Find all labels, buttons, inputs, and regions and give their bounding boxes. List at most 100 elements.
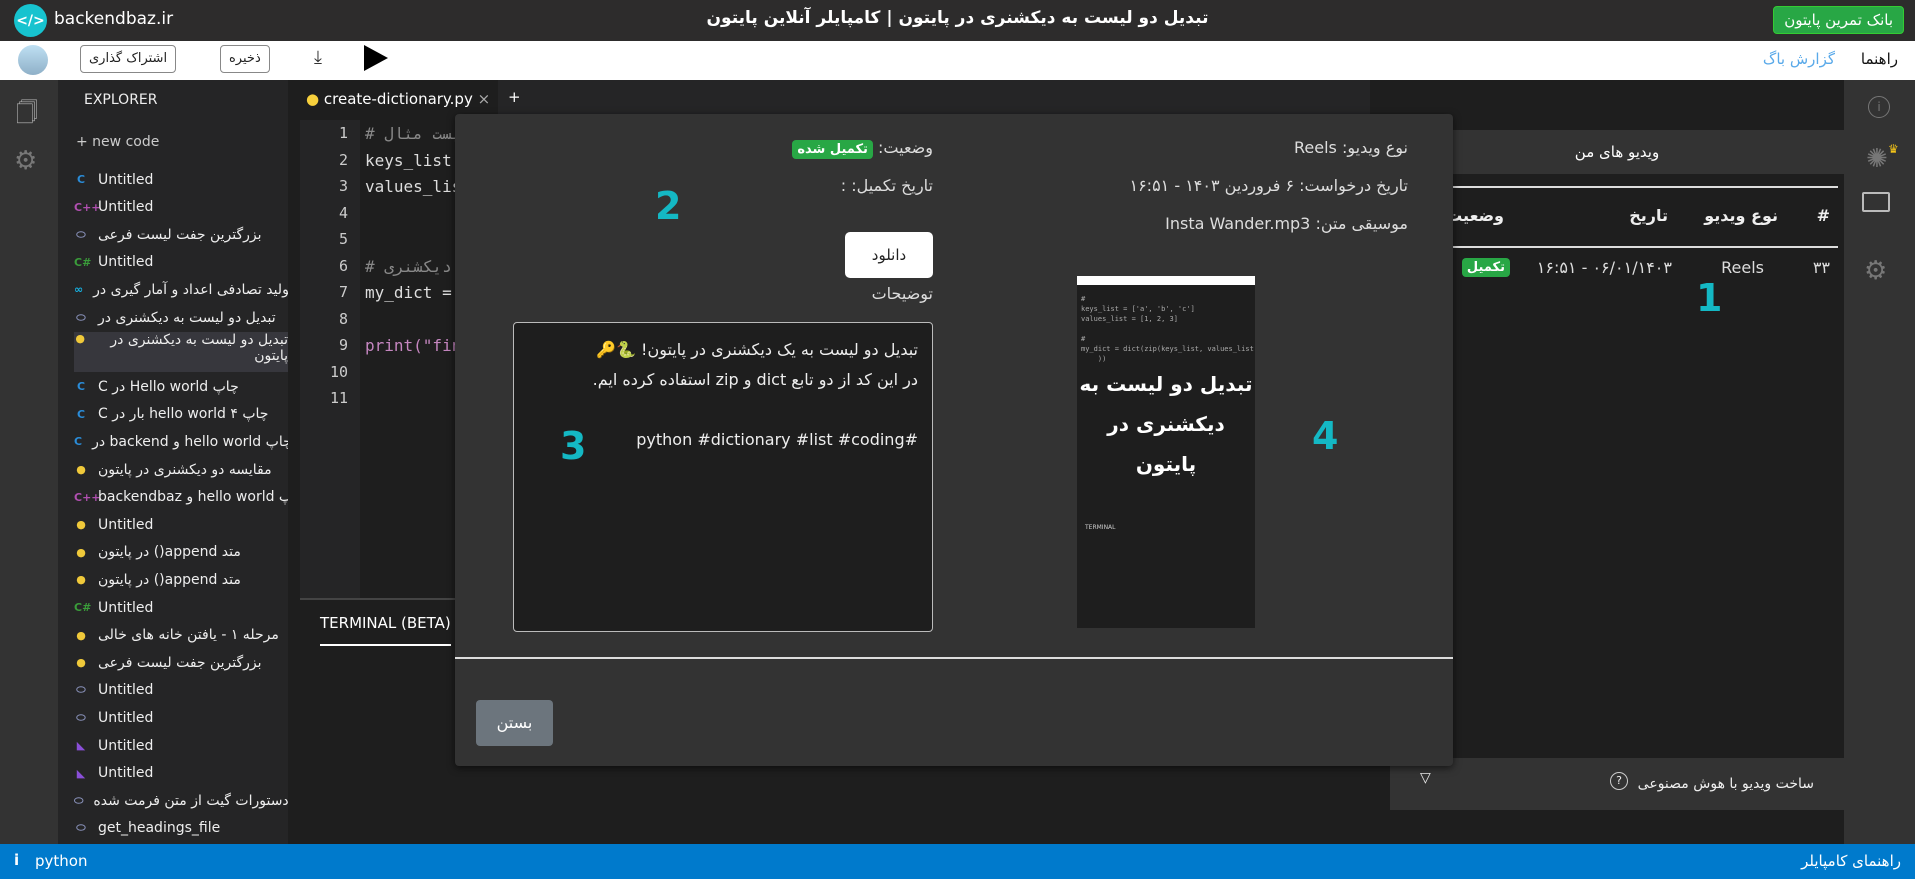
download-button[interactable]: دانلود [845, 232, 933, 278]
explorer-item-label: بزرگترین جفت لیست فرعی [98, 226, 262, 243]
video-thumbnail[interactable]: # keys_list = ['a', 'b', 'c'] values_lis… [1077, 266, 1255, 628]
cpp-file-icon: C++ [74, 490, 101, 504]
line-number: 5 [338, 230, 348, 248]
run-icon[interactable] [364, 45, 388, 71]
line-number: 9 [338, 336, 348, 354]
my-videos-panel: ویدیو های من # نوع ویدیو تاریخ وضعیت ۳۳ … [1390, 118, 1844, 844]
language-indicator[interactable]: python [35, 852, 87, 870]
explorer-item[interactable]: ● تبدیل دو لیست به دیکشنری در پایتون [74, 331, 288, 372]
save-button[interactable]: ذخیره [220, 45, 270, 73]
explorer-item[interactable]: ⬭ دستورات گیت از متن فرمت شده [74, 787, 288, 814]
status-label: وضعیت: [878, 138, 933, 157]
line-number: 1 [338, 124, 348, 142]
explorer-item[interactable]: ● متد append() در پایتون [74, 539, 288, 566]
explorer-item[interactable]: ⬭ تبدیل دو لیست به دیکشنری در [74, 304, 288, 331]
info-icon[interactable]: i [1868, 96, 1890, 118]
explorer-item[interactable]: C++چاپ hello world و backendbaz [74, 484, 288, 511]
row-date: ۱۶:۵۱ - ۰۶/۰۱/۱۴۰۳ [1536, 258, 1672, 277]
new-code-button[interactable]: + new code [76, 134, 159, 150]
c-file-icon: C [74, 435, 83, 449]
explorer-item[interactable]: ⬭ بزرگترین جفت لیست فرعی [74, 221, 288, 248]
close-button[interactable]: بستن [476, 700, 553, 746]
thumb-titlebar [1077, 266, 1255, 276]
explorer-item-label: مرحله ۱ - یافتن خانه های خالی [98, 627, 279, 644]
c-file-icon: C [76, 380, 86, 394]
explorer-item[interactable]: ∞ تولید تصادفی اعداد و آمار گیری در [74, 276, 288, 303]
explorer-item[interactable]: C++ Untitled [74, 194, 288, 221]
explorer-item[interactable]: ⬭ Untitled [74, 677, 288, 704]
other-file-icon: ⬭ [74, 793, 84, 807]
explorer-item-label: بزرگترین جفت لیست فرعی [98, 654, 262, 671]
python-file-icon: ● [76, 545, 86, 559]
chevron-down-icon[interactable]: ▽ [1420, 770, 1431, 786]
explorer-item-label: چاپ Hello world در C [98, 378, 239, 395]
code-line: print("fin [365, 336, 462, 355]
video-type: نوع ویدیو: Reels [1294, 138, 1408, 157]
video-details-modal: نوع ویدیو: Reels تاریخ درخواست: ۶ فروردی… [455, 114, 1453, 766]
explorer-item[interactable]: ● مقایسه دو دیکشنری در پایتون [74, 456, 288, 483]
explorer-item[interactable]: ● متد append() در پایتون [74, 566, 288, 593]
help-icon[interactable]: ? [1610, 772, 1628, 790]
explorer-item[interactable]: C چاپ hello world ۴ بار در C [74, 401, 288, 428]
explorer-item-label: Untitled [98, 199, 154, 216]
explorer-item-label: تبدیل دو لیست به دیکشنری در [98, 309, 276, 326]
explorer-item[interactable]: C چاپ Hello world در C [74, 373, 288, 400]
other-file-icon: ⬭ [76, 710, 86, 724]
thumb-code: # keys_list = ['a', 'b', 'c'] values_lis… [1081, 295, 1254, 363]
explorer-item[interactable]: ◣ Untitled [74, 760, 288, 787]
tab-create-dictionary[interactable]: ● create-dictionary.py × [298, 80, 499, 118]
python-file-icon: ● [75, 331, 86, 345]
ai-video-section[interactable]: ساخت ویدیو با هوش مصنوعی ? ▽ [1390, 758, 1844, 810]
gear-icon[interactable]: ⚙ [14, 146, 37, 176]
explorer-item-label: Untitled [98, 599, 154, 616]
description-label: توضیحات [871, 284, 933, 303]
gear-icon[interactable]: ⚙ [1864, 256, 1887, 286]
editor-tabs: ● create-dictionary.py × + [298, 80, 1370, 118]
compiler-guide-link[interactable]: راهنمای کامپایلر [1801, 852, 1901, 870]
music: موسیقی متن: Insta Wander.mp3 [1165, 214, 1408, 233]
thumb-terminal: TERMINAL [1085, 524, 1116, 531]
kotlin-file-icon: ◣ [76, 766, 86, 780]
completion-date: تاریخ تکمیل: : [840, 176, 933, 195]
python-icon: ● [306, 90, 320, 108]
column-date: تاریخ [1629, 206, 1668, 225]
csharp-file-icon: C# [74, 255, 92, 269]
files-icon[interactable]: 🗍 [16, 96, 38, 134]
videos-table-header: # نوع ویدیو تاریخ وضعیت [1390, 186, 1838, 248]
modal-divider [455, 657, 1453, 659]
line-number: 2 [338, 150, 348, 169]
code-line: keys_list [365, 150, 452, 170]
explorer-item[interactable]: ⬭ get_headings_file [74, 815, 288, 842]
explorer-item[interactable]: ● بزرگترین جفت لیست فرعی [74, 649, 288, 676]
explorer-item[interactable]: C# Untitled [74, 249, 288, 276]
ai-icon[interactable]: ✺ [1866, 144, 1888, 174]
explorer-item[interactable]: ● مرحله ۱ - یافتن خانه های خالی [74, 622, 288, 649]
close-icon[interactable]: × [478, 90, 491, 108]
avatar[interactable] [18, 45, 48, 75]
page-title: تبدیل دو لیست به دیکشنری در پایتون | کام… [706, 8, 1209, 28]
line-number: 6 [338, 256, 348, 275]
explorer-item[interactable]: C# Untitled [74, 594, 288, 621]
explorer-item[interactable]: ◣ Untitled [74, 732, 288, 759]
code-line: values_lis [365, 177, 462, 196]
annotation-3: 3 [560, 424, 587, 468]
help-link[interactable]: راهنما [1861, 50, 1898, 68]
bug-report-link[interactable]: گزارش باگ [1763, 50, 1835, 68]
video-icon[interactable] [1862, 192, 1890, 212]
status-bar: i python راهنمای کامپایلر [0, 844, 1915, 879]
explorer-item[interactable]: ● Untitled [74, 511, 288, 538]
new-tab-button[interactable]: + [508, 88, 521, 106]
explorer-item[interactable]: ⬭ Untitled [74, 704, 288, 731]
explorer-item[interactable]: C چاپ hello world و backend در [74, 428, 288, 455]
line-number: 10 [329, 362, 348, 381]
download-icon[interactable]: ⤓ [314, 47, 322, 68]
explorer-item-label: Untitled [98, 682, 154, 699]
tab-terminal[interactable]: TERMINAL (BETA) [320, 614, 451, 646]
python-file-icon: ● [76, 656, 86, 670]
explorer-item[interactable]: C Untitled [74, 166, 288, 193]
activity-bar: 🗍 ⚙ [0, 80, 58, 844]
python-exercise-bank-button[interactable]: بانک تمرین پایتون [1773, 6, 1904, 34]
other-file-icon: ⬭ [76, 683, 86, 697]
share-button[interactable]: اشتراک گذاری [80, 45, 177, 73]
description-textarea[interactable]: تبدیل دو لیست به یک دیکشنری در پایتون! 🐍… [513, 322, 933, 632]
